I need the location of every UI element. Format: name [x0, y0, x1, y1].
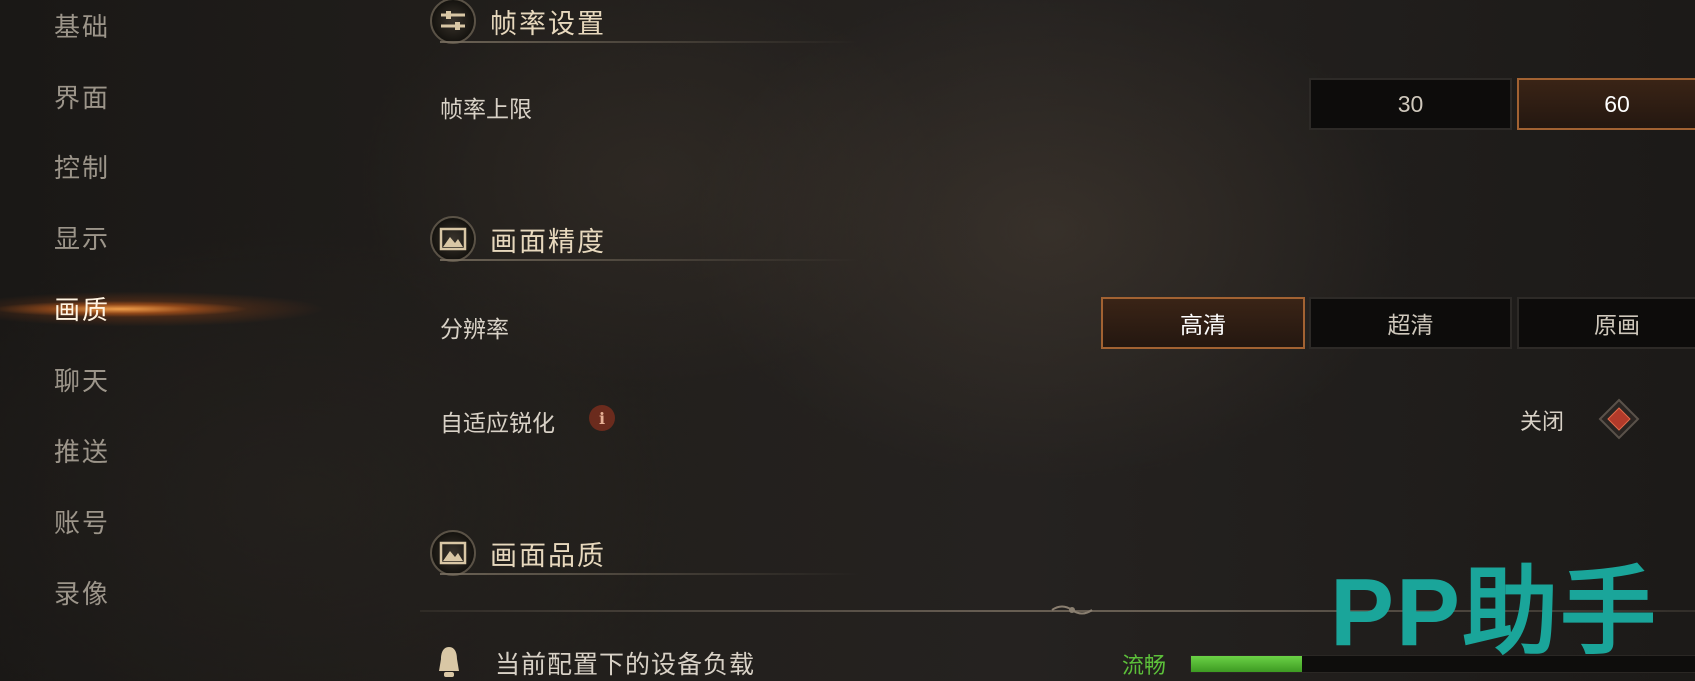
resolution-option-fhd[interactable]: 超清	[1309, 297, 1512, 349]
watermark-logo: PP助手	[1330, 559, 1659, 666]
sidebar-item-display[interactable]: 显示	[0, 214, 330, 260]
device-load-label: 当前配置下的设备负载	[495, 650, 756, 679]
section-precision-title: 画面精度	[490, 226, 606, 258]
divider-ornament-icon	[1051, 605, 1093, 615]
settings-sidebar: 基础 界面 控制 显示 画质 聊天 推送 账号 录像	[0, 0, 360, 681]
section-divider	[440, 259, 860, 261]
sidebar-item-replay[interactable]: 录像	[0, 569, 330, 615]
diamond-toggle-icon	[1598, 398, 1640, 440]
adaptive-sharpen-toggle[interactable]	[1596, 397, 1642, 441]
device-load-status: 流畅	[1122, 654, 1167, 679]
sliders-icon	[430, 0, 476, 44]
info-icon[interactable]: i	[589, 405, 615, 431]
framerate-option-60[interactable]: 60	[1517, 78, 1695, 130]
device-load-bar-fill	[1191, 656, 1303, 672]
section-framerate-header: 帧率设置	[430, 0, 606, 46]
section-divider	[440, 41, 860, 43]
sidebar-item-controls[interactable]: 控制	[0, 143, 330, 189]
section-framerate-title: 帧率设置	[490, 8, 606, 40]
picture-icon	[430, 216, 476, 262]
section-divider	[440, 573, 860, 575]
sidebar-item-graphics[interactable]: 画质	[0, 285, 330, 331]
resolution-option-hd[interactable]: 高清	[1101, 297, 1305, 349]
section-quality-title: 画面品质	[490, 540, 606, 572]
picture-icon	[430, 530, 476, 576]
sidebar-item-account[interactable]: 账号	[0, 498, 330, 544]
resolution-option-original[interactable]: 原画	[1517, 297, 1695, 349]
framerate-cap-label: 帧率上限	[440, 97, 532, 123]
sidebar-item-interface[interactable]: 界面	[0, 73, 330, 119]
sidebar-item-push[interactable]: 推送	[0, 427, 330, 473]
sidebar-item-basic[interactable]: 基础	[0, 2, 330, 48]
adaptive-sharpen-state: 关闭	[1520, 410, 1565, 435]
section-quality-header: 画面品质	[430, 528, 606, 578]
section-precision-header: 画面精度	[430, 214, 606, 264]
adaptive-sharpen-label: 自适应锐化	[440, 411, 555, 437]
resolution-label: 分辨率	[440, 317, 509, 343]
sidebar-item-chat[interactable]: 聊天	[0, 356, 330, 402]
framerate-option-30[interactable]: 30	[1309, 78, 1512, 130]
device-load-icon	[439, 647, 459, 677]
